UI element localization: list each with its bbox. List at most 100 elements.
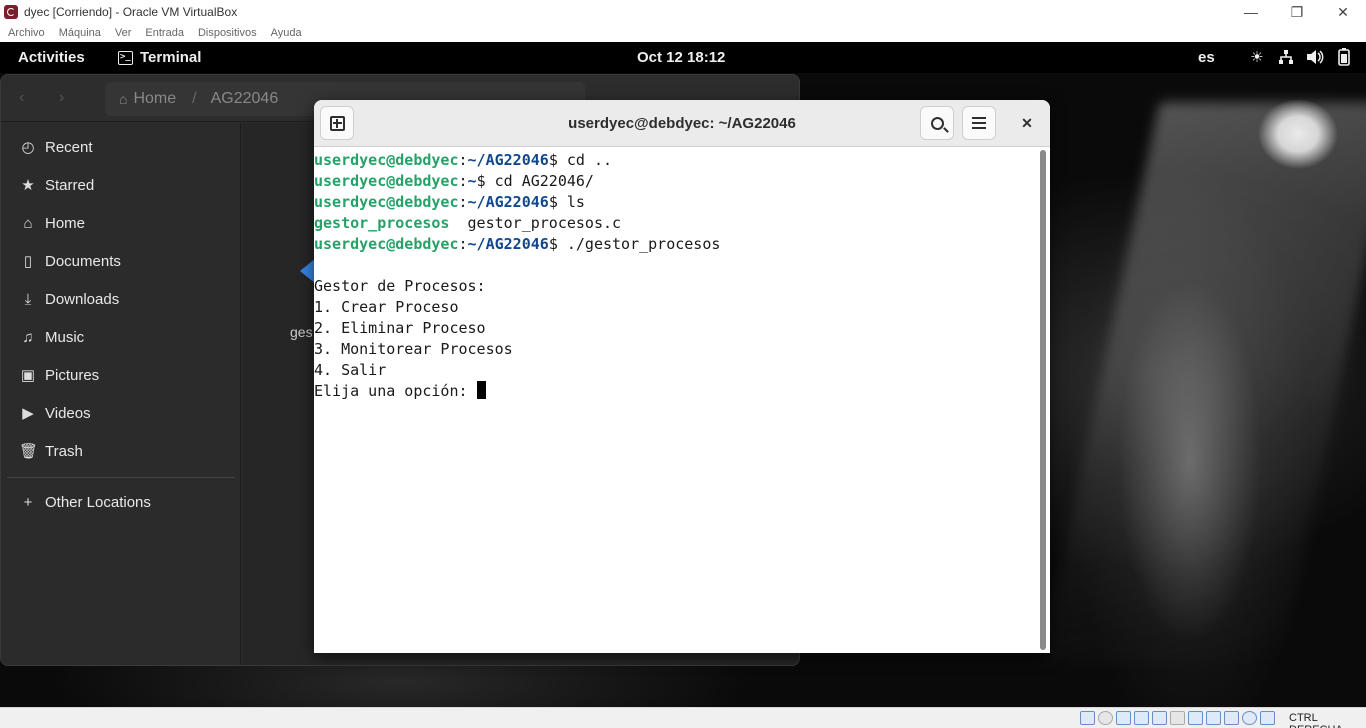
prompt-user: userdyec@debdyec — [314, 235, 459, 253]
terminal-line: userdyec@debdyec:~$ cd AG22046/ — [314, 172, 594, 190]
program-option: 2. Eliminar Proceso — [314, 319, 486, 337]
command-text: $ ./gestor_procesos — [548, 235, 721, 253]
battery-icon — [1335, 48, 1353, 66]
prompt-path: ~/AG22046 — [467, 151, 549, 169]
app-menu-label: Terminal — [140, 49, 202, 66]
hard-disk-icon[interactable] — [1080, 711, 1095, 725]
sidebar-item-documents[interactable]: ▯ Documents — [19, 249, 121, 273]
terminal-output[interactable]: userdyec@debdyec:~/AG22046$ cd .. userdy… — [314, 148, 1038, 653]
sidebar-item-label: Home — [45, 214, 86, 232]
sidebar-item-label: Downloads — [45, 290, 120, 308]
terminal-scrollbar[interactable] — [1040, 150, 1046, 650]
mouse-integration-icon[interactable] — [1242, 711, 1257, 725]
terminal-headerbar: userdyec@debdyec: ~/AG22046 ✕ — [314, 100, 1050, 147]
menu-icon-bar — [972, 117, 986, 119]
input-prompt-line[interactable]: Elija una opción: — [314, 381, 1038, 402]
menu-icon-bar — [972, 122, 986, 124]
display-icon[interactable] — [1188, 711, 1203, 725]
recording-icon[interactable] — [1206, 711, 1221, 725]
input-prompt: Elija una opción: — [314, 382, 477, 400]
trash-icon: 🗑 — [19, 443, 39, 460]
search-icon — [930, 116, 944, 130]
sidebar-item-music[interactable]: ♫ Music — [19, 325, 84, 349]
sidebar-item-trash[interactable]: 🗑 Trash — [19, 439, 83, 463]
program-option: 4. Salir — [314, 361, 387, 379]
sidebar-item-label: Videos — [45, 404, 91, 422]
menu-dispositivos[interactable]: Dispositivos — [198, 27, 257, 39]
keyboard-capture-icon[interactable] — [1260, 711, 1275, 725]
sidebar-item-recent[interactable]: ◴ Recent — [19, 135, 92, 159]
keyboard-layout-indicator[interactable]: es — [1198, 49, 1215, 66]
command-text: $ cd .. — [548, 151, 613, 169]
prompt-path: ~/AG22046 — [467, 193, 549, 211]
menu-archivo[interactable]: Archivo — [8, 27, 45, 39]
sidebar-item-other-locations[interactable]: + Other Locations — [19, 490, 151, 514]
sidebar-item-label: Documents — [45, 252, 121, 270]
sidebar-divider — [7, 477, 235, 478]
app-menu[interactable]: >_ Terminal — [118, 49, 201, 66]
shared-folders-icon[interactable] — [1170, 711, 1185, 725]
star-icon: ★ — [21, 177, 35, 194]
usb-icon[interactable] — [1152, 711, 1167, 725]
terminal-line: userdyec@debdyec:~/AG22046$ ls — [314, 193, 585, 211]
window-controls: — ❐ ✕ — [1228, 0, 1366, 24]
text-cursor — [476, 381, 486, 399]
picture-icon: ▣ — [20, 367, 36, 384]
document-icon: ▯ — [23, 253, 33, 270]
prompt-path: ~ — [467, 172, 477, 190]
close-window-button[interactable]: ✕ — [1320, 0, 1366, 24]
search-button[interactable] — [920, 106, 954, 140]
virtualbox-window-title: dyec [Corriendo] - Oracle VM VirtualBox — [24, 5, 238, 19]
cpu-icon[interactable] — [1224, 711, 1239, 725]
prompt-user: userdyec@debdyec — [314, 172, 459, 190]
minimize-button[interactable]: — — [1228, 0, 1274, 24]
menu-ver[interactable]: Ver — [115, 27, 132, 39]
new-tab-button[interactable] — [320, 106, 354, 140]
system-tray[interactable]: ☀ — [1248, 48, 1353, 66]
terminal-icon: >_ — [118, 50, 133, 65]
virtualbox-titlebar: dyec [Corriendo] - Oracle VM VirtualBox … — [0, 0, 1366, 24]
activities-button[interactable]: Activities — [18, 49, 85, 66]
path-separator: / — [192, 90, 197, 107]
virtualbox-device-icons — [1080, 711, 1275, 725]
terminal-line: gestor_procesos gestor_procesos.c — [314, 213, 1038, 234]
program-option: 1. Crear Proceso — [314, 298, 459, 316]
sidebar-item-pictures[interactable]: ▣ Pictures — [19, 363, 99, 387]
sidebar-item-label: Starred — [45, 176, 95, 194]
new-tab-icon — [329, 115, 345, 131]
prompt-user: userdyec@debdyec — [314, 151, 459, 169]
forward-button[interactable]: › — [59, 89, 64, 107]
audio-icon[interactable] — [1116, 711, 1131, 725]
sidebar-item-home[interactable]: ⌂ Home — [19, 211, 85, 235]
brightness-icon: ☀ — [1250, 49, 1264, 66]
clock[interactable]: Oct 12 18:12 — [637, 49, 725, 66]
optical-drive-icon[interactable] — [1098, 711, 1113, 725]
back-button[interactable]: ‹ — [19, 89, 24, 107]
network-adapter-icon[interactable] — [1134, 711, 1149, 725]
sidebar-item-starred[interactable]: ★ Starred — [19, 173, 94, 197]
sidebar-item-downloads[interactable]: ⤓ Downloads — [19, 287, 120, 311]
sidebar-item-videos[interactable]: ▶ Videos — [19, 401, 91, 425]
menu-ayuda[interactable]: Ayuda — [271, 27, 302, 39]
command-text: $ cd AG22046/ — [476, 172, 594, 190]
hamburger-menu-button[interactable] — [962, 106, 996, 140]
volume-icon — [1306, 48, 1324, 66]
path-home[interactable]: Home — [133, 90, 176, 108]
menu-maquina[interactable]: Máquina — [59, 27, 101, 39]
guest-screen: Activities >_ Terminal Oct 12 18:12 es ☀… — [0, 42, 1366, 707]
file-item-label[interactable]: ges — [290, 324, 313, 340]
prompt-user: userdyec@debdyec — [314, 193, 459, 211]
terminal-line: userdyec@debdyec:~/AG22046$ ./gestor_pro… — [314, 235, 721, 253]
command-text: $ ls — [548, 193, 585, 211]
sidebar-item-label: Music — [45, 328, 85, 346]
path-current[interactable]: AG22046 — [211, 90, 279, 108]
close-terminal-button[interactable]: ✕ — [1010, 106, 1044, 140]
virtualbox-app-icon — [4, 5, 18, 19]
terminal-line: userdyec@debdyec:~/AG22046$ cd .. — [314, 151, 613, 169]
home-icon: ⌂ — [119, 91, 128, 107]
ls-file-entry: gestor_procesos.c — [449, 214, 622, 232]
restore-button[interactable]: ❐ — [1274, 0, 1320, 24]
menu-entrada[interactable]: Entrada — [145, 27, 184, 39]
menu-icon-bar — [972, 127, 986, 129]
